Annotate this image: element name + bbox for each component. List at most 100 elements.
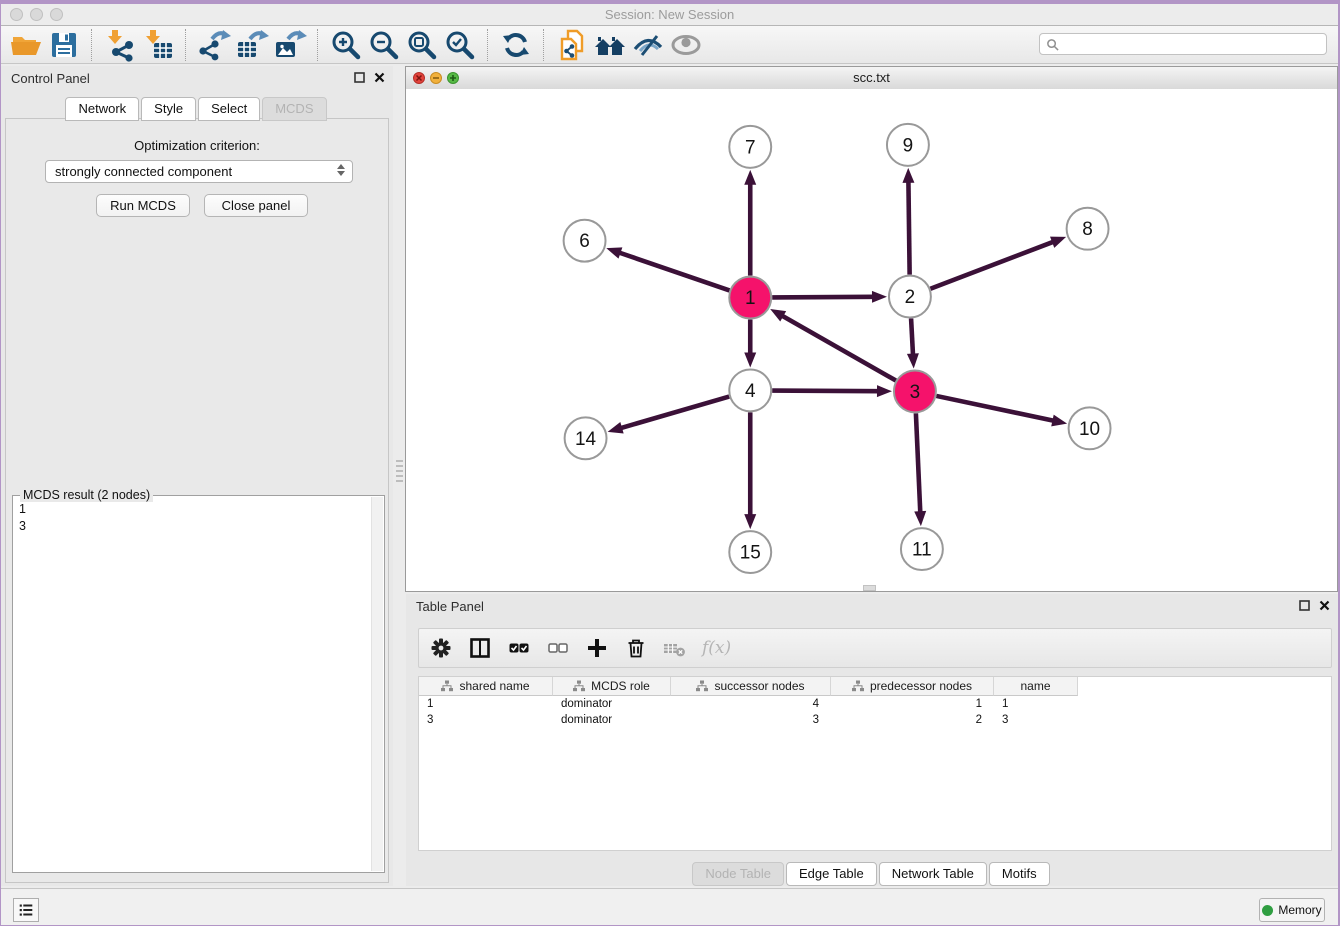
tab-select[interactable]: Select bbox=[198, 97, 260, 121]
select-all-checkboxes-icon[interactable] bbox=[507, 636, 531, 660]
dropdown-stepper-icon bbox=[337, 164, 345, 176]
panel-splitter-handle[interactable] bbox=[396, 460, 403, 484]
hierarchy-icon bbox=[441, 680, 453, 692]
graph-edge-2-8[interactable] bbox=[930, 237, 1066, 289]
first-neighbors-icon[interactable] bbox=[553, 27, 591, 63]
graph-node-11[interactable]: 11 bbox=[901, 528, 943, 570]
tab-mcds[interactable]: MCDS bbox=[262, 97, 326, 121]
table-header-row: shared name MCDS role successor nodes pr… bbox=[419, 677, 1331, 696]
graph-edge-1-6[interactable] bbox=[606, 247, 729, 290]
float-panel-icon[interactable] bbox=[354, 72, 365, 83]
export-table-icon[interactable] bbox=[233, 27, 271, 63]
criterion-dropdown[interactable]: strongly connected component bbox=[45, 160, 353, 183]
hide-selected-eye-icon[interactable] bbox=[629, 27, 667, 63]
search-input[interactable] bbox=[1059, 36, 1326, 52]
float-table-panel-icon[interactable] bbox=[1299, 600, 1310, 611]
search-icon bbox=[1046, 38, 1059, 51]
node-table: shared name MCDS role successor nodes pr… bbox=[418, 676, 1332, 851]
close-panel-button[interactable]: Close panel bbox=[204, 194, 308, 217]
close-panel-icon[interactable] bbox=[374, 72, 385, 83]
tab-network-table[interactable]: Network Table bbox=[879, 862, 987, 886]
column-header-predecessor-nodes[interactable]: predecessor nodes bbox=[831, 677, 994, 696]
column-header-successor-nodes[interactable]: successor nodes bbox=[671, 677, 831, 696]
control-panel-title: Control Panel bbox=[11, 71, 90, 86]
column-header-shared-name[interactable]: shared name bbox=[419, 677, 553, 696]
import-network-icon[interactable] bbox=[101, 27, 139, 63]
add-column-plus-icon[interactable] bbox=[585, 636, 609, 660]
zoom-in-icon[interactable] bbox=[327, 27, 365, 63]
toolbar-separator bbox=[185, 29, 187, 61]
home-layout-icon[interactable] bbox=[591, 27, 629, 63]
graph-node-6[interactable]: 6 bbox=[564, 220, 606, 262]
zoom-selected-icon[interactable] bbox=[441, 27, 479, 63]
canvas-splitter-handle[interactable] bbox=[863, 585, 876, 591]
memory-button[interactable]: Memory bbox=[1259, 898, 1325, 922]
svg-text:3: 3 bbox=[910, 382, 921, 403]
column-header-name[interactable]: name bbox=[994, 677, 1078, 696]
svg-text:9: 9 bbox=[903, 135, 914, 156]
tab-motifs[interactable]: Motifs bbox=[989, 862, 1050, 886]
graph-edge-4-3[interactable] bbox=[772, 385, 892, 397]
window-title: Session: New Session bbox=[1, 7, 1338, 22]
network-window-titlebar[interactable]: scc.txt bbox=[406, 67, 1337, 90]
table-columns-icon[interactable] bbox=[468, 636, 492, 660]
export-network-icon[interactable] bbox=[195, 27, 233, 63]
mcds-result-values[interactable]: 13 bbox=[19, 501, 26, 535]
graph-edge-2-9[interactable] bbox=[902, 168, 914, 275]
graph-edge-1-2[interactable] bbox=[772, 291, 887, 303]
show-all-eye-icon bbox=[667, 27, 705, 63]
graph-edge-3-1[interactable] bbox=[770, 309, 896, 381]
list-icon bbox=[17, 901, 35, 919]
graph-edge-4-14[interactable] bbox=[608, 397, 730, 434]
memory-label: Memory bbox=[1278, 903, 1321, 917]
task-history-button[interactable] bbox=[13, 898, 39, 922]
table-row[interactable]: 3 dominator 3 2 3 bbox=[419, 712, 1331, 728]
zoom-fit-icon[interactable] bbox=[403, 27, 441, 63]
result-scrollbar[interactable] bbox=[371, 497, 383, 871]
save-session-icon[interactable] bbox=[45, 27, 83, 63]
deselect-all-checkboxes-icon[interactable] bbox=[546, 636, 570, 660]
toolbar-separator bbox=[317, 29, 319, 61]
graph-edge-4-15[interactable] bbox=[744, 412, 756, 529]
tab-network[interactable]: Network bbox=[65, 97, 139, 121]
tab-edge-table[interactable]: Edge Table bbox=[786, 862, 877, 886]
network-canvas[interactable]: 7 9 6 8 1 2 4 3 14 10 15 11 bbox=[406, 89, 1337, 591]
search-field[interactable] bbox=[1039, 33, 1327, 55]
refresh-icon[interactable] bbox=[497, 27, 535, 63]
control-panel: Control Panel Network Style Select MCDS … bbox=[1, 66, 393, 886]
open-session-icon[interactable] bbox=[7, 27, 45, 63]
graph-node-10[interactable]: 10 bbox=[1069, 407, 1111, 449]
tab-node-table[interactable]: Node Table bbox=[692, 862, 784, 886]
graph-edge-1-7[interactable] bbox=[744, 170, 756, 276]
graph-node-14[interactable]: 14 bbox=[565, 417, 607, 459]
graph-edge-3-11[interactable] bbox=[914, 413, 926, 526]
toolbar-separator bbox=[91, 29, 93, 61]
graph-node-3[interactable]: 3 bbox=[894, 370, 936, 412]
column-header-mcds-role[interactable]: MCDS role bbox=[553, 677, 671, 696]
graph-node-7[interactable]: 7 bbox=[729, 126, 771, 168]
graph-node-1[interactable]: 1 bbox=[729, 277, 771, 319]
graph-node-9[interactable]: 9 bbox=[887, 124, 929, 166]
table-row[interactable]: 1 dominator 4 1 1 bbox=[419, 696, 1331, 712]
svg-text:1: 1 bbox=[745, 288, 756, 309]
graph-edge-1-4[interactable] bbox=[744, 320, 756, 368]
graph-node-15[interactable]: 15 bbox=[729, 531, 771, 573]
export-image-icon[interactable] bbox=[271, 27, 309, 63]
memory-status-icon bbox=[1262, 905, 1273, 916]
close-table-panel-icon[interactable] bbox=[1319, 600, 1330, 611]
import-table-icon[interactable] bbox=[139, 27, 177, 63]
delete-trash-icon[interactable] bbox=[624, 636, 648, 660]
graph-node-8[interactable]: 8 bbox=[1067, 208, 1109, 250]
network-graph: 7 9 6 8 1 2 4 3 14 10 15 11 bbox=[406, 89, 1337, 591]
run-mcds-button[interactable]: Run MCDS bbox=[96, 194, 190, 217]
zoom-out-icon[interactable] bbox=[365, 27, 403, 63]
graph-node-4[interactable]: 4 bbox=[729, 369, 771, 411]
graph-node-2[interactable]: 2 bbox=[889, 276, 931, 318]
tab-style[interactable]: Style bbox=[141, 97, 196, 121]
graph-edge-2-3[interactable] bbox=[907, 319, 919, 369]
table-settings-gear-icon[interactable] bbox=[429, 636, 453, 660]
mcds-panel-body: Optimization criterion: strongly connect… bbox=[5, 118, 389, 883]
header-filler bbox=[1078, 677, 1331, 696]
function-builder-icon: f(x) bbox=[702, 638, 731, 658]
graph-edge-3-10[interactable] bbox=[936, 396, 1067, 426]
